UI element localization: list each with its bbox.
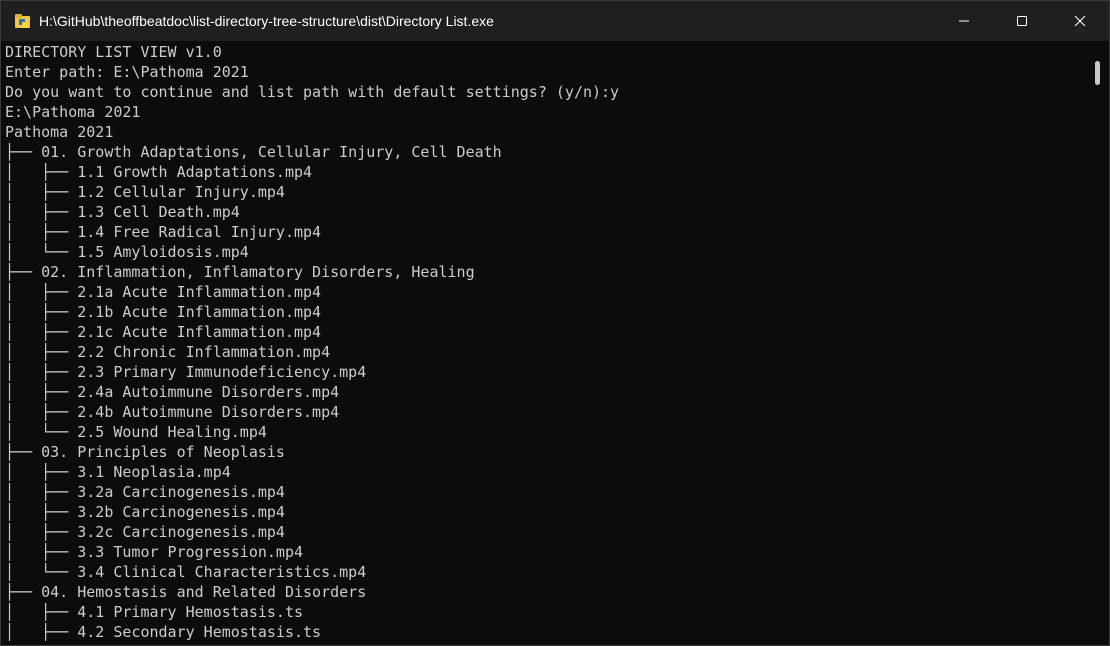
console-line: │ ├── 3.2a Carcinogenesis.mp4: [5, 483, 285, 501]
console-line: Enter path: E:\Pathoma 2021: [5, 63, 249, 81]
console-window: H:\GitHub\theoffbeatdoc\list-directory-t…: [0, 0, 1110, 646]
maximize-button[interactable]: [993, 1, 1051, 41]
console-line: ├── 02. Inflammation, Inflamatory Disord…: [5, 263, 475, 281]
console-line: │ ├── 2.2 Chronic Inflammation.mp4: [5, 343, 331, 361]
console-line: │ ├── 2.1a Acute Inflammation.mp4: [5, 283, 322, 301]
title-bar[interactable]: H:\GitHub\theoffbeatdoc\list-directory-t…: [1, 1, 1109, 41]
console-line: │ ├── 1.3 Cell Death.mp4: [5, 203, 240, 221]
console-line: │ ├── 3.1 Neoplasia.mp4: [5, 463, 231, 481]
console-line: ├── 04. Hemostasis and Related Disorders: [5, 583, 367, 601]
minimize-icon: [959, 20, 969, 22]
console-line: │ └── 3.4 Clinical Characteristics.mp4: [5, 563, 367, 581]
console-line: │ └── 1.5 Amyloidosis.mp4: [5, 243, 249, 261]
console-line: Do you want to continue and list path wi…: [5, 83, 620, 101]
console-line: Pathoma 2021: [5, 123, 114, 141]
window-controls: [935, 1, 1109, 41]
close-icon: [1074, 15, 1086, 27]
console-line: │ ├── 3.2c Carcinogenesis.mp4: [5, 523, 285, 541]
console-line: E:\Pathoma 2021: [5, 103, 141, 121]
python-folder-icon[interactable]: [14, 12, 32, 30]
console-line: │ ├── 1.1 Growth Adaptations.mp4: [5, 163, 313, 181]
console-line: │ ├── 2.1b Acute Inflammation.mp4: [5, 303, 322, 321]
console-line: │ ├── 3.3 Tumor Progression.mp4: [5, 543, 304, 561]
console-line: │ ├── 2.4b Autoimmune Disorders.mp4: [5, 403, 340, 421]
minimize-button[interactable]: [935, 1, 993, 41]
console-line: │ ├── 2.1c Acute Inflammation.mp4: [5, 323, 322, 341]
console-line: │ ├── 3.2b Carcinogenesis.mp4: [5, 503, 285, 521]
console-line: │ ├── 2.3 Primary Immunodeficiency.mp4: [5, 363, 367, 381]
window-title: H:\GitHub\theoffbeatdoc\list-directory-t…: [39, 13, 494, 29]
close-button[interactable]: [1051, 1, 1109, 41]
console-line: DIRECTORY LIST VIEW v1.0: [5, 43, 222, 61]
console-line: │ ├── 1.4 Free Radical Injury.mp4: [5, 223, 322, 241]
scrollbar-thumb[interactable]: [1095, 61, 1100, 85]
console-line: ├── 01. Growth Adaptations, Cellular Inj…: [5, 143, 502, 161]
console-output[interactable]: DIRECTORY LIST VIEW v1.0 Enter path: E:\P…: [1, 41, 1089, 645]
console-line: │ ├── 2.4a Autoimmune Disorders.mp4: [5, 383, 340, 401]
vertical-scrollbar[interactable]: [1089, 41, 1108, 645]
console-line: │ ├── 4.1 Primary Hemostasis.ts: [5, 603, 304, 621]
console-line: │ └── 2.5 Wound Healing.mp4: [5, 423, 267, 441]
console-line: │ ├── 1.2 Cellular Injury.mp4: [5, 183, 285, 201]
maximize-icon: [1017, 16, 1027, 26]
console-line: ├── 03. Principles of Neoplasis: [5, 443, 285, 461]
console-line: │ ├── 4.2 Secondary Hemostasis.ts: [5, 623, 322, 641]
